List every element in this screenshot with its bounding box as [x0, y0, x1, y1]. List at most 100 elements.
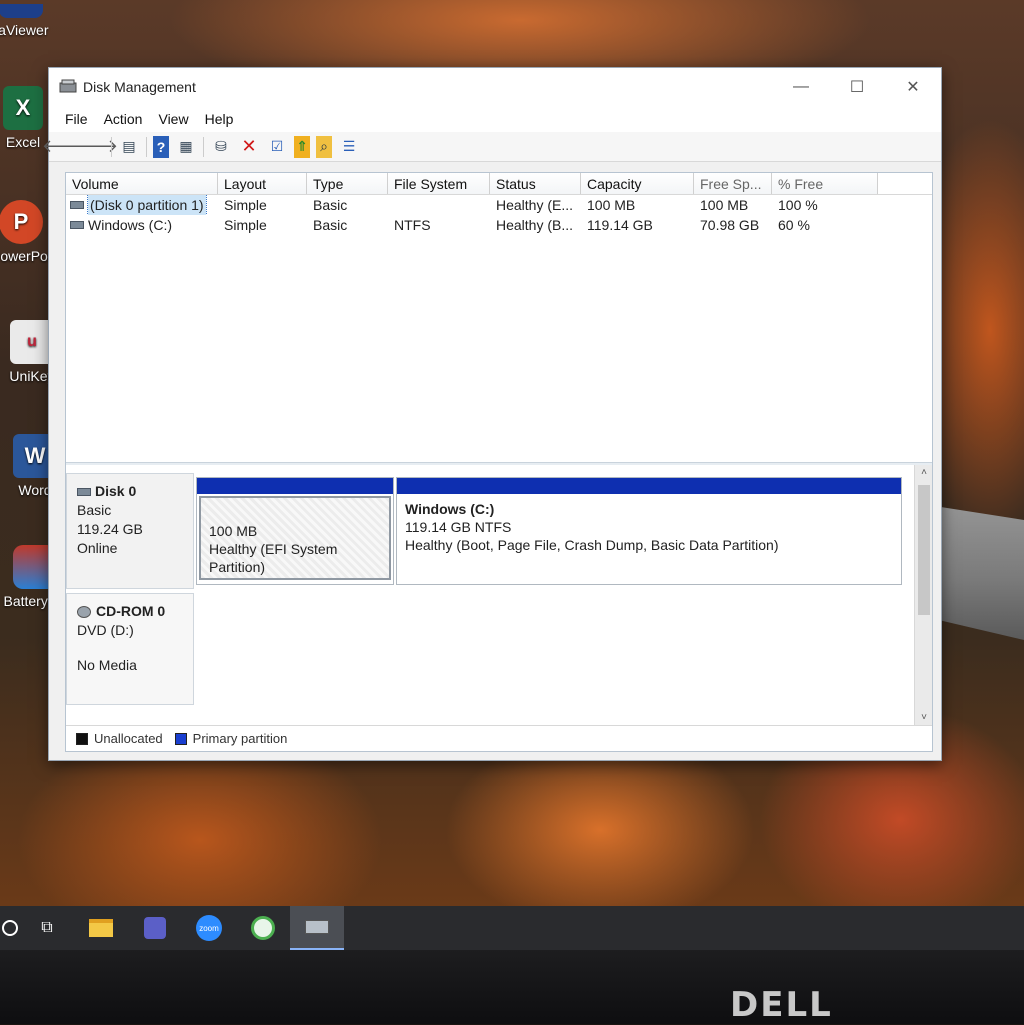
toolbar: 🡐 🡒 ▤ ? ▦ ⛁ ✕ ☑ ⇑ ⌕ ☰ [42, 132, 941, 162]
cell-volume: Windows (C:) [66, 215, 218, 235]
maximize-button[interactable]: ☐ [829, 77, 885, 97]
partition-efi[interactable]: 100 MB Healthy (EFI System Partition) [196, 477, 394, 585]
green-app-icon[interactable] [236, 906, 290, 950]
help-icon[interactable]: ? [153, 135, 169, 158]
menu-bar: File Action View Help [49, 106, 941, 132]
column-header-volume[interactable]: Volume [66, 173, 218, 194]
excel-icon: X [3, 86, 43, 130]
toolbar-separator [203, 136, 204, 157]
forward-arrow-icon[interactable]: 🡒 [70, 136, 118, 158]
connect-disk-icon[interactable]: ⛁ [210, 136, 232, 158]
disk-management-app-icon [59, 79, 77, 93]
cell-file-system: NTFS [394, 217, 431, 233]
disk-0-name-row: Disk 0 [77, 482, 183, 501]
scroll-up-icon[interactable]: ˄ [915, 467, 933, 478]
disk-icon [77, 487, 91, 496]
desktop-icon-label: PowerPoi [0, 248, 51, 264]
scroll-down-icon[interactable]: ˅ [915, 712, 933, 723]
taskbar: ⧉ zoom [0, 906, 1024, 950]
column-header-free-space[interactable]: Free Sp... [694, 173, 772, 194]
legend: Unallocated Primary partition [66, 725, 932, 751]
disk-state: Online [77, 540, 118, 556]
content-area: Volume Layout Type File System Status Ca… [65, 172, 933, 752]
column-header-layout[interactable]: Layout [218, 173, 307, 194]
desktop-icon-ultraviewer[interactable]: raViewer [0, 4, 56, 38]
cell-free-space: 100 MB [700, 197, 749, 213]
cdrom-0-info[interactable]: CD-ROM 0 DVD (D:) No Media [66, 593, 194, 705]
menu-file[interactable]: File [57, 111, 96, 127]
volume-icon [70, 201, 84, 209]
column-header-file-system[interactable]: File System [388, 173, 490, 194]
teams-icon[interactable] [128, 906, 182, 950]
minimize-button[interactable]: — [773, 78, 829, 96]
partition-bar [197, 478, 393, 494]
scrollbar-thumb[interactable] [918, 485, 930, 615]
menu-action[interactable]: Action [96, 111, 151, 127]
file-explorer-icon[interactable] [74, 906, 128, 950]
column-header-type[interactable]: Type [307, 173, 388, 194]
cell-capacity: 100 MB [587, 197, 636, 213]
cell-percent-free: 100 % [778, 197, 818, 213]
disk-management-icon[interactable] [290, 906, 344, 950]
close-button[interactable]: ✕ [885, 77, 941, 97]
cell-volume: (Disk 0 partition 1) [66, 195, 218, 215]
disk-kind: DVD (D:) [77, 622, 134, 638]
partition-size: 100 MB [209, 523, 258, 539]
partition-bar [397, 478, 901, 494]
partition-size: 119.14 GB NTFS [405, 519, 512, 535]
zoom-icon[interactable]: zoom [182, 906, 236, 950]
volume-name: Windows (C:) [88, 217, 173, 233]
partition-body: Windows (C:) 119.14 GB NTFS Healthy (Boo… [397, 494, 901, 560]
search-circle-icon[interactable] [0, 906, 20, 950]
cell-status: Healthy (B... [496, 217, 574, 233]
table-row[interactable]: Windows (C:) Simple Basic NTFS Healthy (… [66, 215, 932, 235]
vertical-scrollbar[interactable]: ˄ ˅ [914, 465, 932, 725]
list-view-icon[interactable]: ☰ [338, 136, 360, 158]
column-header-status[interactable]: Status [490, 173, 581, 194]
primary-partition-swatch [174, 732, 187, 745]
delete-icon[interactable]: ✕ [238, 136, 260, 158]
unallocated-swatch [76, 732, 88, 745]
cdrom-name-row: CD-ROM 0 [77, 602, 183, 621]
check-icon[interactable]: ☑ [266, 136, 288, 158]
legend-primary-partition: Primary partition [192, 731, 288, 746]
legend-unallocated: Unallocated [94, 731, 163, 746]
toolbar-separator [111, 136, 112, 157]
partition-status: Healthy (Boot, Page File, Crash Dump, Ba… [405, 537, 779, 553]
title-bar[interactable]: Disk Management — ☐ ✕ [49, 68, 941, 106]
table-row[interactable]: (Disk 0 partition 1) Simple Basic Health… [66, 195, 932, 215]
cell-capacity: 119.14 GB [587, 217, 653, 233]
disk-state: No Media [77, 657, 137, 673]
console-tree-icon[interactable]: ▤ [118, 136, 140, 158]
disk-name: CD-ROM 0 [96, 603, 166, 619]
column-header-capacity[interactable]: Capacity [581, 173, 694, 194]
disk-management-window: Disk Management — ☐ ✕ File Action View H… [42, 67, 942, 761]
cell-status: Healthy (E... [496, 197, 574, 213]
volume-list: Volume Layout Type File System Status Ca… [66, 173, 932, 463]
partition-windows-c[interactable]: Windows (C:) 119.14 GB NTFS Healthy (Boo… [396, 477, 902, 585]
volume-icon [70, 221, 84, 229]
disk-size: 119.24 GB [77, 521, 143, 537]
disk-graphical-view: Disk 0 Basic 119.24 GB Online 100 MB Hea… [66, 465, 932, 725]
cell-layout: Simple [224, 217, 267, 233]
properties-icon[interactable]: ▦ [175, 136, 197, 158]
window-title: Disk Management [83, 79, 196, 95]
cell-free-space: 70.98 GB [700, 217, 760, 233]
column-header-percent-free[interactable]: % Free [772, 173, 878, 194]
desktop-icon-label: Word [18, 482, 52, 498]
volume-name: (Disk 0 partition 1) [87, 195, 207, 215]
cdrom-icon [77, 605, 91, 618]
cell-percent-free: 60 % [778, 217, 810, 233]
menu-view[interactable]: View [150, 111, 196, 127]
partition-status: Healthy (EFI System Partition) [209, 541, 338, 575]
desktop-icon-label: raViewer [0, 22, 49, 38]
import-icon[interactable]: ⇑ [294, 135, 310, 158]
disk-0-info[interactable]: Disk 0 Basic 119.24 GB Online [66, 473, 194, 589]
toolbar-separator [146, 136, 147, 157]
search-icon[interactable]: ⌕ [316, 135, 332, 158]
menu-help[interactable]: Help [197, 111, 242, 127]
cell-type: Basic [313, 197, 348, 213]
monitor-bezel [0, 950, 1024, 1024]
task-view-icon[interactable]: ⧉ [20, 906, 74, 950]
cell-file-system [388, 195, 490, 215]
